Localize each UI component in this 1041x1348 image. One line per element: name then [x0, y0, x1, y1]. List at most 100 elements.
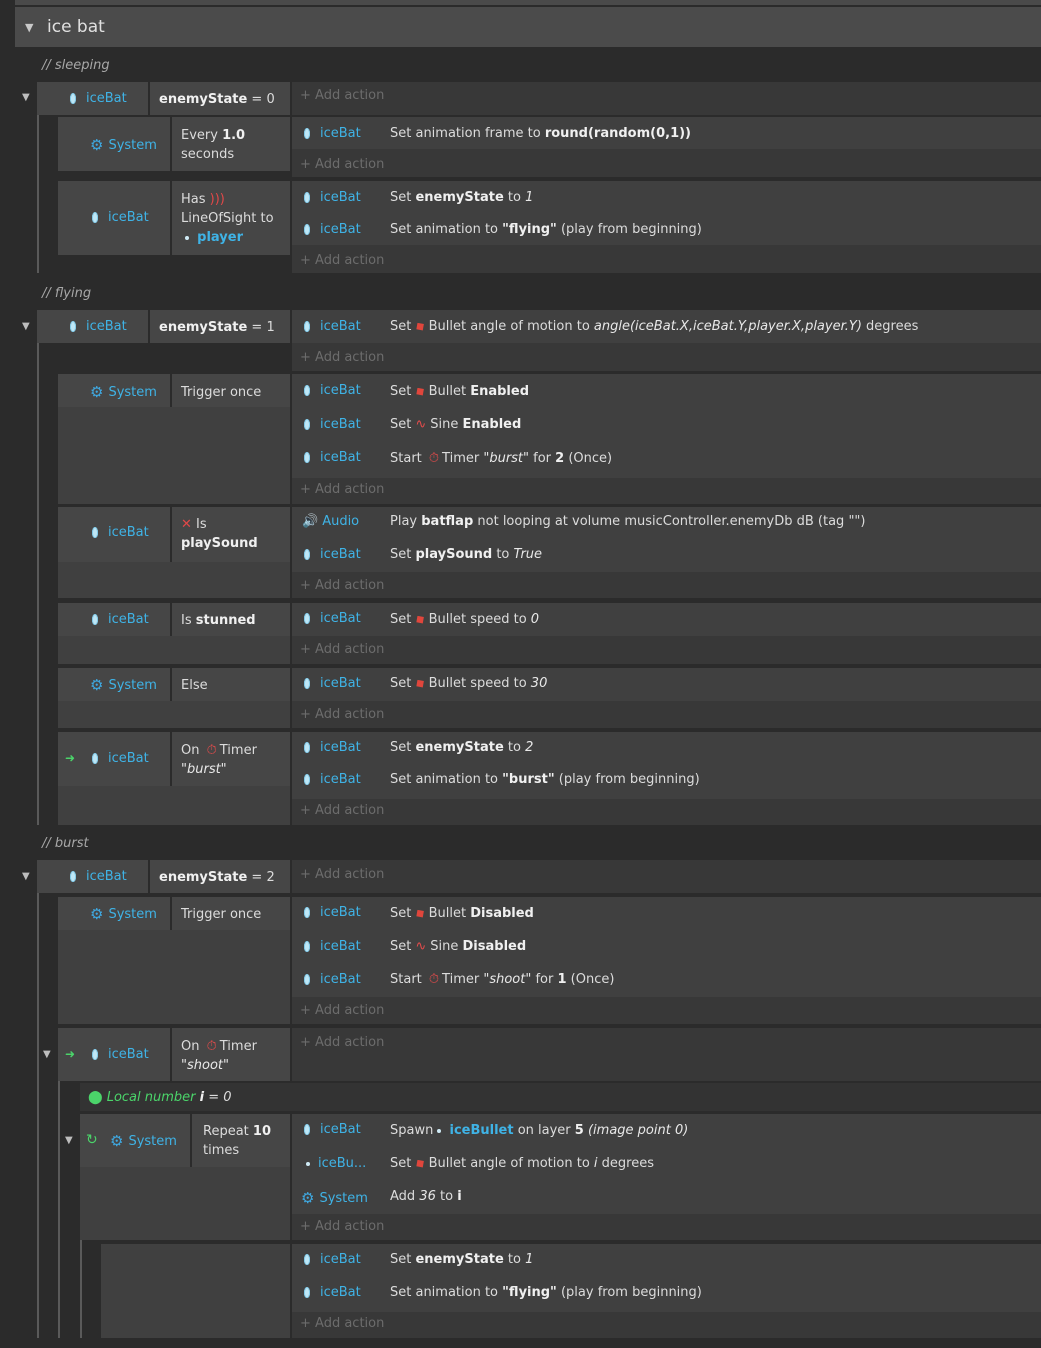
- icebat-icon: [92, 527, 98, 538]
- local-number-i[interactable]: ⬤ Local number i = 0: [88, 1090, 232, 1105]
- condition-enemystate-2[interactable]: enemyState = 2: [159, 868, 275, 887]
- icebat-icon: [304, 1124, 310, 1135]
- action-set-animation-flying[interactable]: Set animation to "flying" (play from beg…: [390, 1285, 702, 1300]
- icebat-icon: [304, 321, 310, 332]
- loop-icon: ↻: [86, 1132, 98, 1148]
- action-set-bullet-disabled[interactable]: Set◆Bullet Disabled: [390, 904, 534, 922]
- action-set-animation-frame[interactable]: Set animation frame to round(random(0,1)…: [390, 126, 691, 141]
- action-set-playsound[interactable]: Set playSound to True: [390, 547, 542, 562]
- condition-enemystate-1[interactable]: enemyState = 1: [159, 318, 275, 337]
- action-set-animation[interactable]: Set animation to "flying" (play from beg…: [390, 222, 702, 237]
- icebat-icon: [304, 128, 310, 139]
- condition-every-seconds[interactable]: Every 1.0 seconds: [181, 126, 245, 164]
- comment-burst[interactable]: // burst: [42, 836, 89, 851]
- icebat-icon: [304, 419, 310, 430]
- action-add-36-to-i[interactable]: Add 36 to i: [390, 1189, 462, 1204]
- icebat-icon: [304, 774, 310, 785]
- system-object: ⚙ System: [90, 136, 157, 154]
- timer-icon: ⏱: [206, 1039, 217, 1054]
- icebat-icon: [304, 1287, 310, 1298]
- add-action-link[interactable]: + Add action: [300, 482, 384, 497]
- add-action-link[interactable]: + Add action: [300, 157, 384, 172]
- action-set-bullet-speed-30[interactable]: Set◆Bullet speed to 30: [390, 674, 547, 692]
- condition-trigger-once[interactable]: Trigger once: [181, 383, 261, 402]
- collapse-triangle-icon[interactable]: ▼: [65, 1135, 73, 1146]
- add-action-link[interactable]: + Add action: [300, 1003, 384, 1018]
- add-action-link[interactable]: + Add action: [300, 253, 384, 268]
- add-action-link[interactable]: + Add action: [300, 578, 384, 593]
- audio-icon: 🔊: [302, 514, 319, 529]
- add-action-link[interactable]: + Add action: [300, 350, 384, 365]
- icebat-object: iceBat: [70, 91, 127, 106]
- sine-icon: ∿: [415, 939, 427, 954]
- gear-icon: ⚙: [90, 136, 104, 154]
- collapse-triangle-icon[interactable]: ▼: [22, 871, 30, 882]
- condition-on-timer-shoot[interactable]: On ⏱ Timer "shoot": [181, 1037, 257, 1075]
- icebat-icon: [304, 907, 310, 918]
- add-action-link[interactable]: + Add action: [300, 1035, 384, 1050]
- icebat-icon: [304, 1254, 310, 1265]
- timer-icon: ⏱: [206, 743, 217, 758]
- icebat-icon: [304, 224, 310, 235]
- add-action-link[interactable]: + Add action: [300, 642, 384, 657]
- icebat-icon: [304, 941, 310, 952]
- condition-enemystate-0[interactable]: enemyState = 0: [159, 90, 275, 109]
- comment-sleeping[interactable]: // sleeping: [42, 58, 110, 73]
- action-set-sine-enabled[interactable]: Set ∿ Sine Enabled: [390, 417, 521, 432]
- bullet-icon: ◆: [412, 382, 428, 400]
- collapse-triangle-icon[interactable]: ▼: [25, 21, 47, 34]
- group-header[interactable]: ▼ ice bat: [15, 7, 1041, 47]
- bullet-icon: ◆: [412, 904, 428, 922]
- add-action-link[interactable]: + Add action: [300, 707, 384, 722]
- action-set-bullet-enabled[interactable]: Set◆Bullet Enabled: [390, 382, 529, 400]
- sine-icon: ∿: [415, 417, 427, 432]
- collapse-triangle-icon[interactable]: ▼: [43, 1049, 51, 1060]
- action-set-enemystate[interactable]: Set enemyState to 1: [390, 190, 533, 205]
- comment-flying[interactable]: // flying: [42, 286, 91, 301]
- gear-icon: ⚙: [90, 905, 104, 923]
- player-icon: [185, 235, 190, 240]
- icebat-icon: [92, 212, 98, 223]
- action-set-bullet-angle[interactable]: Set◆Bullet angle of motion to angle(iceB…: [390, 318, 918, 335]
- action-set-enemystate-1[interactable]: Set enemyState to 1: [390, 1252, 533, 1267]
- action-start-timer-burst[interactable]: Start ⏱ Timer "burst" for 2 (Once): [390, 451, 612, 466]
- action-set-animation-burst[interactable]: Set animation to "burst" (play from begi…: [390, 772, 700, 787]
- condition-on-timer-burst[interactable]: On ⏱ Timer "burst": [181, 741, 257, 779]
- add-action-link[interactable]: + Add action: [300, 803, 384, 818]
- action-start-timer-shoot[interactable]: Start ⏱ Timer "shoot" for 1 (Once): [390, 972, 614, 987]
- add-action-link[interactable]: + Add action: [300, 867, 384, 882]
- collapse-triangle-icon[interactable]: ▼: [22, 321, 30, 332]
- icebat-icon: [92, 1049, 98, 1060]
- action-set-enemystate-2[interactable]: Set enemyState to 2: [390, 740, 533, 755]
- add-action-link[interactable]: + Add action: [300, 88, 384, 103]
- gear-icon: ⚙: [90, 383, 104, 401]
- gear-icon: ⚙: [110, 1132, 124, 1150]
- location-pin-icon: ⬤: [88, 1090, 103, 1105]
- add-action-link[interactable]: + Add action: [300, 1219, 384, 1234]
- condition-else[interactable]: Else: [181, 676, 208, 695]
- gear-icon: ⚙: [301, 1189, 315, 1207]
- icebat-icon: [304, 678, 310, 689]
- condition-not-is-playsound[interactable]: ✕ Is playSound: [181, 515, 258, 553]
- icebullet-icon: [306, 1161, 310, 1166]
- event-sub-after-repeat[interactable]: [101, 1244, 290, 1338]
- bullet-icon: ◆: [412, 674, 428, 692]
- icebat-icon: [304, 192, 310, 203]
- icebat-icon: [70, 93, 76, 104]
- action-play-batflap[interactable]: Play batflap not looping at volume music…: [390, 514, 865, 529]
- icebat-icon: [70, 871, 76, 882]
- collapse-triangle-icon[interactable]: ▼: [22, 92, 30, 103]
- condition-trigger-once[interactable]: Trigger once: [181, 905, 261, 924]
- invert-x-icon: ✕: [181, 517, 192, 532]
- top-divider: [15, 0, 1041, 5]
- action-set-bullet-angle-i[interactable]: Set◆Bullet angle of motion to i degrees: [390, 1155, 654, 1172]
- add-action-link[interactable]: + Add action: [300, 1316, 384, 1331]
- action-set-sine-disabled[interactable]: Set ∿ Sine Disabled: [390, 939, 526, 954]
- condition-is-stunned[interactable]: Is stunned: [181, 611, 256, 630]
- action-set-bullet-speed-0[interactable]: Set◆Bullet speed to 0: [390, 611, 539, 628]
- action-spawn-icebullet[interactable]: Spawn iceBullet on layer 5 (image point …: [390, 1123, 688, 1138]
- condition-has-lineofsight[interactable]: Has ))) LineOfSight to player: [181, 190, 274, 247]
- icebat-icon: [304, 385, 310, 396]
- condition-repeat[interactable]: Repeat 10 times: [203, 1122, 271, 1160]
- icebat-icon: [304, 742, 310, 753]
